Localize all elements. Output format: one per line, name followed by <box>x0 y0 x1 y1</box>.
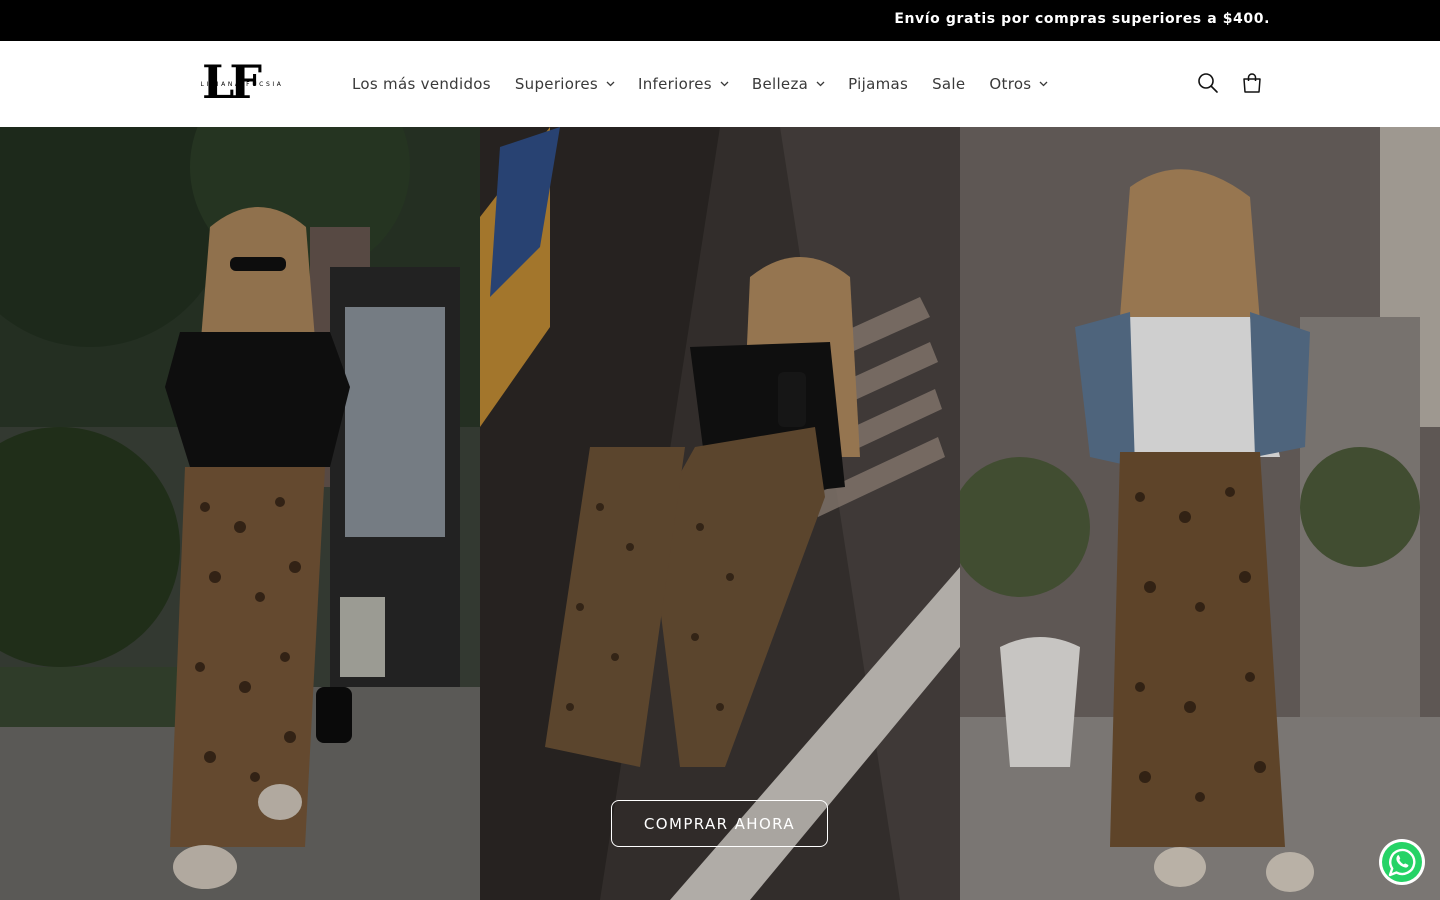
chevron-down-icon <box>720 81 729 89</box>
announcement-text: Envío gratis por compras superiores a $4… <box>894 11 1270 27</box>
nav-label: Superiores <box>514 75 599 93</box>
chevron-down-icon <box>816 81 825 89</box>
hero-image-left <box>0 127 480 900</box>
nav-label: Inferiores <box>638 75 712 93</box>
nav-item-sale[interactable]: Sale <box>920 64 977 104</box>
nav-label: Pijamas <box>848 75 909 93</box>
search-button[interactable] <box>1186 61 1230 105</box>
nav-label: Belleza <box>751 75 809 93</box>
nav-label: Los más vendidos <box>352 75 491 93</box>
whatsapp-button[interactable] <box>1378 838 1426 886</box>
shop-now-button[interactable]: COMPRAR AHORA <box>611 800 828 847</box>
chevron-down-icon <box>606 81 615 89</box>
announcement-bar: Envío gratis por compras superiores a $4… <box>0 0 1440 41</box>
nav-item-best-sellers[interactable]: Los más vendidos <box>340 64 503 104</box>
nav-item-otros[interactable]: Otros <box>977 64 1059 104</box>
cart-button[interactable] <box>1230 61 1274 105</box>
whatsapp-icon <box>1378 839 1426 890</box>
nav-item-inferiores[interactable]: Inferiores <box>626 64 740 104</box>
nav-item-belleza[interactable]: Belleza <box>740 64 836 104</box>
cart-icon <box>1241 72 1263 94</box>
nav-item-superiores[interactable]: Superiores <box>503 64 626 104</box>
hero-image-right <box>960 127 1440 900</box>
site-header: LF LILIANA FUCSIA Los más vendidos Super… <box>0 41 1440 127</box>
nav-item-pijamas[interactable]: Pijamas <box>836 64 920 104</box>
hero-image-center <box>480 127 960 900</box>
hero-banner: COMPRAR AHORA <box>0 127 1440 900</box>
search-icon <box>1197 72 1219 94</box>
nav-label: Otros <box>989 75 1032 93</box>
main-navigation: Los más vendidos Superiores Inferiores B… <box>340 41 1059 127</box>
brand-logo[interactable]: LF LILIANA FUCSIA <box>196 55 288 109</box>
chevron-down-icon <box>1039 81 1048 89</box>
nav-label: Sale <box>932 75 966 93</box>
logo-tagline: LILIANA FUCSIA <box>200 81 284 88</box>
